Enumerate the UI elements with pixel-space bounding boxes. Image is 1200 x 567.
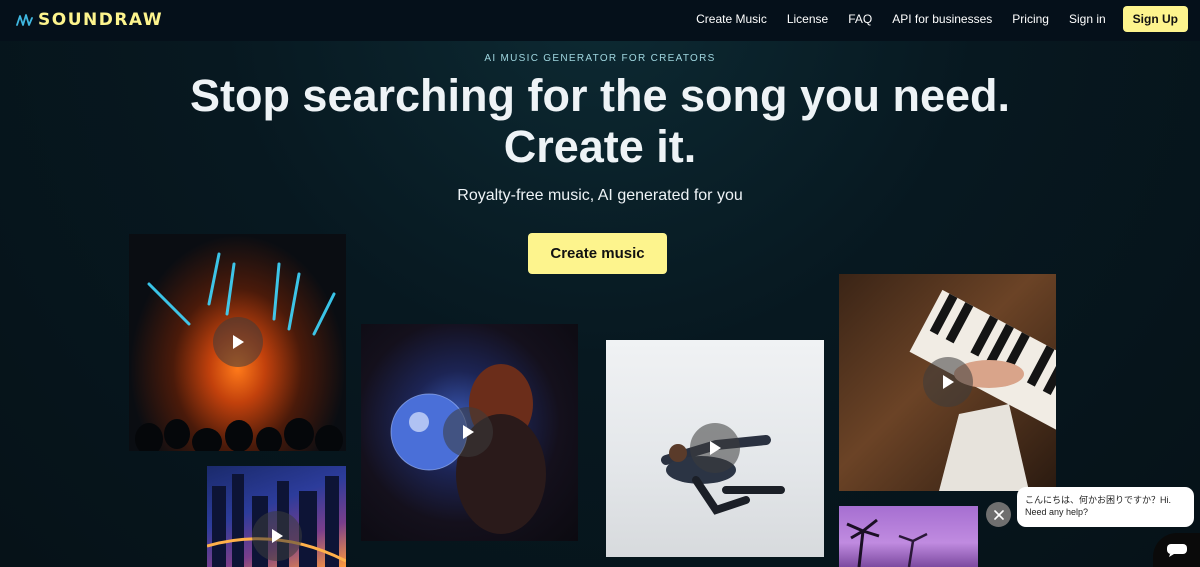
play-button-disco-ball[interactable] <box>443 407 493 457</box>
tile-disco-ball[interactable] <box>361 324 578 541</box>
hero-subline: Royalty-free music, AI generated for you <box>457 187 743 204</box>
palm-tree-silhouette <box>846 518 928 567</box>
play-button-city-night[interactable] <box>252 511 302 561</box>
nav-sign-in[interactable]: Sign in <box>1069 12 1106 26</box>
sign-up-button[interactable]: Sign Up <box>1122 6 1188 32</box>
tile-dancer[interactable] <box>606 340 824 557</box>
chat-close-button[interactable] <box>986 502 1011 527</box>
play-button-concert[interactable] <box>213 317 263 367</box>
play-icon <box>943 375 954 389</box>
play-button-dancer[interactable] <box>690 423 740 473</box>
chat-launcher-button[interactable] <box>1153 533 1200 567</box>
chat-icon <box>1166 544 1187 557</box>
nav-api-for-businesses[interactable]: API for businesses <box>892 12 992 26</box>
play-icon <box>710 441 721 455</box>
tile-city-night[interactable] <box>207 466 346 567</box>
nav-license[interactable]: License <box>787 12 828 26</box>
top-nav-bar: SOUNDRAW Create Music License FAQ API fo… <box>0 0 1200 41</box>
tile-piano[interactable] <box>839 274 1056 491</box>
close-icon <box>993 509 1004 520</box>
tile-concert[interactable] <box>129 234 346 451</box>
hero-headline: Stop searching for the song you need. Cr… <box>0 70 1200 172</box>
tile-palm-trees[interactable] <box>839 506 978 567</box>
soundraw-logo[interactable]: SOUNDRAW <box>16 10 163 30</box>
create-music-button[interactable]: Create music <box>528 233 667 274</box>
main-nav: Create Music License FAQ API for busines… <box>676 6 1188 32</box>
play-icon <box>233 335 244 349</box>
nav-create-music[interactable]: Create Music <box>696 12 767 26</box>
headline-line-2: Create it. <box>503 121 697 172</box>
nav-faq[interactable]: FAQ <box>848 12 872 26</box>
play-icon <box>272 529 283 543</box>
logo-text: SOUNDRAW <box>38 10 164 30</box>
headline-line-1: Stop searching for the song you need. <box>189 70 1011 121</box>
play-icon <box>463 425 474 439</box>
hero-eyebrow: AI MUSIC GENERATOR FOR CREATORS <box>484 53 716 64</box>
play-button-piano[interactable] <box>923 357 973 407</box>
waveform-logo-icon <box>16 14 33 26</box>
chat-message-bubble[interactable]: こんにちは、何かお困りですか？Hi. Need any help? <box>1017 487 1194 527</box>
nav-pricing[interactable]: Pricing <box>1012 12 1049 26</box>
